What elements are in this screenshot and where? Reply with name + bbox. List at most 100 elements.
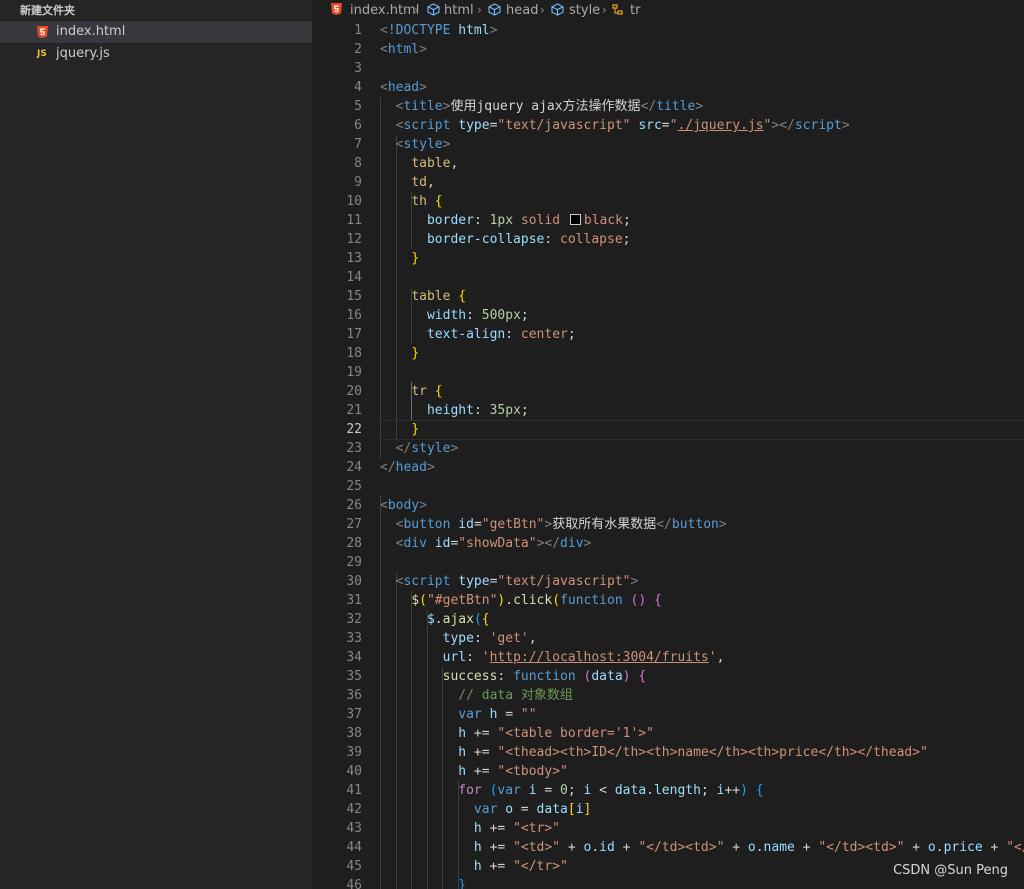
code-line[interactable]: } [380, 344, 419, 363]
breadcrumb-item-style[interactable]: style [569, 0, 600, 21]
line-number: 3 [354, 61, 362, 76]
line-number: 36 [346, 688, 362, 703]
line-number: 15 [346, 289, 362, 304]
code-line[interactable]: <!DOCTYPE html> [380, 21, 497, 40]
code-line[interactable]: } [380, 876, 466, 889]
code-token: h [473, 859, 482, 874]
code-token: data [536, 802, 568, 817]
code-token: for [458, 783, 482, 798]
code-token: "text/javascript" [497, 118, 631, 133]
code-token: ; [520, 308, 529, 323]
code-line[interactable]: <script type="text/javascript"> [380, 572, 639, 591]
code-editor[interactable]: 1 2 3 4 5 6 7 8 9 10 11 12 13 14 15 16 17 18 19 20 21 22 23 24 2… [312, 21, 1024, 889]
code-line[interactable]: h += "<thead><th>ID</th><th>name</th><th… [380, 743, 928, 762]
line-number: 39 [346, 745, 362, 760]
breadcrumb-item-head[interactable]: head [506, 0, 538, 21]
code-line[interactable]: <button id="getBtn">获取所有水果数据</button> [380, 515, 727, 534]
breadcrumb-item-tr[interactable]: tr [630, 0, 640, 21]
code-line[interactable]: <body> [380, 496, 427, 515]
code-token: style [403, 137, 443, 152]
code-token: type [442, 631, 474, 646]
line-number: 6 [354, 118, 362, 133]
code-token: ++ [724, 783, 741, 798]
code-token: ' [708, 650, 717, 665]
code-line[interactable]: width: 500px; [380, 306, 529, 325]
code-line[interactable]: h += "<tr>" [380, 819, 560, 838]
code-token: ; [567, 783, 584, 798]
code-line[interactable]: border: 1px solid black; [380, 211, 631, 230]
code-line[interactable]: type: 'get', [380, 629, 537, 648]
code-token: > [426, 460, 435, 475]
code-line[interactable]: border-collapse: collapse; [380, 230, 631, 249]
code-line[interactable]: <style> [380, 135, 451, 154]
code-line[interactable]: var h = "" [380, 705, 536, 724]
code-line[interactable]: </head> [380, 458, 435, 477]
code-token: data [591, 669, 623, 684]
chevron-right-icon: › [477, 3, 482, 17]
code-line[interactable]: success: function (data) { [380, 667, 647, 686]
explorer-sidebar: 新建文件夹 index.html JS jquery.js [0, 0, 312, 889]
code-line[interactable]: table, [380, 154, 458, 173]
code-token: border [426, 213, 474, 228]
code-token: "</td>" [1006, 840, 1024, 855]
code-line[interactable]: // data 对象数组 [380, 686, 573, 705]
breadcrumb-item-html[interactable]: html [444, 0, 474, 21]
code-line[interactable]: h += "<tbody>" [380, 762, 568, 781]
code-token: id [599, 840, 615, 855]
code-line[interactable]: height: 35px; [380, 401, 529, 420]
code-line[interactable]: h += "</tr>" [380, 857, 568, 876]
code-line[interactable]: tr { [380, 382, 442, 401]
code-token: success [442, 669, 498, 684]
code-token: "<thead><th>ID</th><th>name</th><th>pric… [497, 745, 928, 760]
code-line[interactable]: var o = data[i] [380, 800, 591, 819]
code-token: o [747, 840, 756, 855]
breadcrumb-item-file[interactable]: index.html [350, 0, 419, 21]
code-line[interactable]: td, [380, 173, 434, 192]
code-token: length [653, 783, 701, 798]
code-line[interactable]: text-align: center; [380, 325, 576, 344]
code-token: i [528, 783, 537, 798]
folder-title[interactable]: 新建文件夹 [20, 3, 75, 19]
code-line[interactable]: $("#getBtn").click(function () { [380, 591, 662, 610]
code-line[interactable]: } [380, 420, 419, 439]
chevron-right-icon: › [540, 3, 545, 17]
code-line[interactable]: <html> [380, 40, 427, 59]
code-token: . [505, 593, 514, 608]
code-line[interactable]: } [380, 249, 419, 268]
code-line[interactable]: <script type="text/javascript" src="./jq… [380, 116, 850, 135]
code-line[interactable]: <head> [380, 78, 427, 97]
code-token: width [426, 308, 467, 323]
code-token: td [411, 175, 427, 190]
code-token: button [671, 517, 719, 532]
line-number: 21 [346, 403, 362, 418]
code-token: > [450, 441, 459, 456]
code-line[interactable]: $.ajax({ [380, 610, 490, 629]
line-number: 46 [346, 878, 362, 889]
code-line[interactable]: url: 'http://localhost:3004/fruits', [380, 648, 725, 667]
code-token: http://localhost:3004/fruits [489, 650, 709, 665]
line-number: 8 [354, 156, 362, 171]
code-line[interactable]: h += "<td>" + o.id + "</td><td>" + o.nam… [380, 838, 1024, 857]
code-token: > [419, 80, 427, 95]
code-token: </ [640, 99, 657, 114]
code-line[interactable]: for (var i = 0; i < data.length; i++) { [380, 781, 763, 800]
code-line[interactable]: <title>使用jquery ajax方法操作数据</title> [380, 97, 704, 116]
file-item-jquery-js[interactable]: JS jquery.js [0, 43, 312, 65]
file-item-index-html[interactable]: index.html [0, 21, 312, 43]
code-line[interactable]: table { [380, 287, 466, 306]
watermark: CSDN @Sun Peng [893, 863, 1008, 878]
code-line[interactable]: <div id="showData"></div> [380, 534, 592, 553]
code-line[interactable]: h += "<table border='1'>" [380, 724, 654, 743]
file-item-label: index.html [56, 24, 126, 39]
code-line[interactable]: </style> [380, 439, 459, 458]
line-number: 18 [346, 346, 362, 361]
code-line[interactable]: th { [380, 192, 442, 211]
code-token: solid [520, 213, 561, 228]
